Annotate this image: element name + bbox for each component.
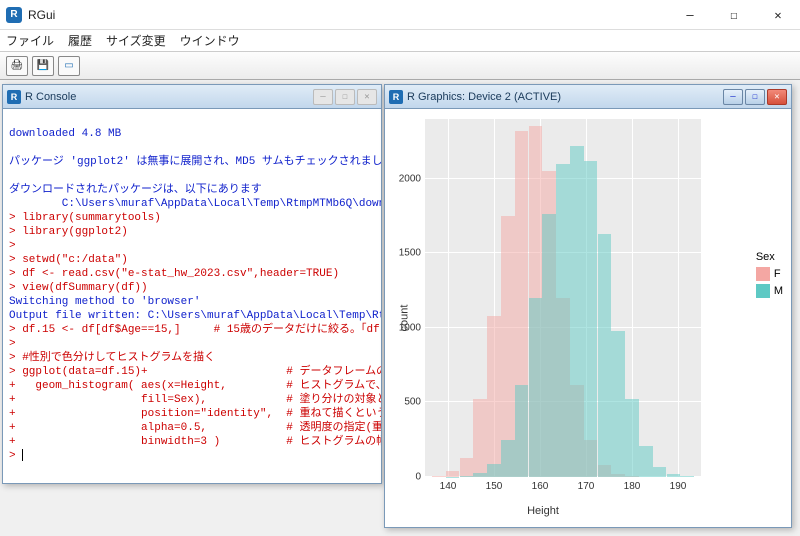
console-minimize-button[interactable]: — <box>313 89 333 105</box>
toolbar: 🖨 💾 ▭ <box>0 52 800 80</box>
bar-F-147 <box>473 399 487 477</box>
console-text-area[interactable]: downloaded 4.8 MB パッケージ 'ggplot2' は無事に展開… <box>3 109 381 481</box>
bar-M-186 <box>653 467 667 477</box>
text-cursor <box>22 449 23 461</box>
r-console-icon: R <box>7 90 21 104</box>
bar-M-144 <box>460 476 474 477</box>
bar-F-153 <box>501 216 515 477</box>
menu-windows[interactable]: ウインドウ <box>180 32 240 49</box>
console-close-button[interactable]: ✕ <box>357 89 377 105</box>
bar-M-153 <box>501 440 515 477</box>
bar-M-156 <box>515 385 529 477</box>
bar-M-171 <box>584 161 598 477</box>
legend-item-m: M <box>756 284 783 298</box>
bar-M-159 <box>529 298 543 477</box>
window-icon[interactable]: ▭ <box>58 56 80 76</box>
console-title: R Console <box>25 91 309 103</box>
bar-M-177 <box>611 331 625 477</box>
graphics-minimize-button[interactable]: — <box>723 89 743 105</box>
save-icon[interactable]: 💾 <box>32 56 54 76</box>
console-maximize-button[interactable]: ☐ <box>335 89 355 105</box>
close-button[interactable]: ✕ <box>756 0 800 29</box>
bar-M-183 <box>639 446 653 477</box>
bar-M-162 <box>542 214 556 477</box>
r-app-icon: R <box>6 7 22 23</box>
y-axis-label: count <box>398 305 410 332</box>
bar-F-150 <box>487 316 501 477</box>
graphics-titlebar[interactable]: R R Graphics: Device 2 (ACTIVE) — ☐ ✕ <box>385 85 791 109</box>
bar-M-168 <box>570 146 584 477</box>
plot-panel: 0500100015002000140150160170180190 <box>425 119 701 477</box>
maximize-button[interactable]: ☐ <box>712 0 756 29</box>
menu-history[interactable]: 履歴 <box>68 32 92 49</box>
bar-M-189 <box>667 474 681 477</box>
legend-item-f: F <box>756 267 783 281</box>
legend-swatch-m <box>756 284 770 298</box>
x-axis-label: Height <box>527 505 559 517</box>
bar-M-165 <box>556 164 570 477</box>
bar-F-138 <box>432 476 446 477</box>
bar-M-174 <box>598 234 612 477</box>
r-graphics-icon: R <box>389 90 403 104</box>
print-icon[interactable]: 🖨 <box>6 56 28 76</box>
mdi-client-area: R R Console — ☐ ✕ downloaded 4.8 MB パッケー… <box>0 80 800 536</box>
graphics-close-button[interactable]: ✕ <box>767 89 787 105</box>
bar-M-192 <box>680 476 694 477</box>
bar-M-150 <box>487 464 501 477</box>
plot-canvas: 0500100015002000140150160170180190 count… <box>385 109 791 527</box>
r-console-window[interactable]: R R Console — ☐ ✕ downloaded 4.8 MB パッケー… <box>2 84 382 484</box>
legend: Sex F M <box>756 251 783 301</box>
bar-M-147 <box>473 473 487 477</box>
bar-M-180 <box>625 399 639 477</box>
console-titlebar[interactable]: R R Console — ☐ ✕ <box>3 85 381 109</box>
main-titlebar: R RGui — ☐ ✕ <box>0 0 800 30</box>
legend-title: Sex <box>756 251 783 263</box>
main-window-title: RGui <box>28 8 668 22</box>
bar-F-144 <box>460 458 474 477</box>
graphics-title: R Graphics: Device 2 (ACTIVE) <box>407 91 719 103</box>
menu-file[interactable]: ファイル <box>6 32 54 49</box>
menu-bar: ファイル 履歴 サイズ変更 ウインドウ <box>0 30 800 52</box>
minimize-button[interactable]: — <box>668 0 712 29</box>
legend-swatch-f <box>756 267 770 281</box>
menu-resize[interactable]: サイズ変更 <box>106 32 166 49</box>
graphics-maximize-button[interactable]: ☐ <box>745 89 765 105</box>
r-graphics-window[interactable]: R R Graphics: Device 2 (ACTIVE) — ☐ ✕ 05… <box>384 84 792 528</box>
